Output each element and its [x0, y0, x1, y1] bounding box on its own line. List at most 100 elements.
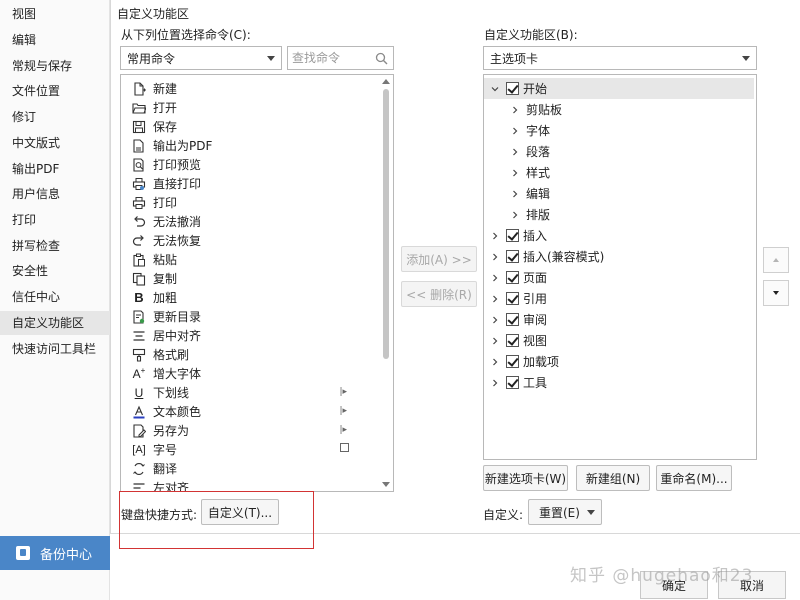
nav-item-spell-check[interactable]: 拼写检查 [0, 234, 110, 258]
nav-item-view[interactable]: 视图 [0, 2, 110, 26]
chevron-right-icon[interactable] [490, 357, 500, 367]
nav-item-output-pdf[interactable]: 输出PDF [0, 157, 110, 181]
checkbox-icon[interactable] [506, 229, 519, 242]
scroll-up-icon[interactable] [382, 79, 390, 84]
chevron-right-icon[interactable] [490, 252, 500, 262]
tree-item-paragraph[interactable]: 段落 [484, 141, 754, 162]
list-item-label: 粘贴 [153, 253, 178, 267]
checkbox-icon[interactable] [506, 82, 519, 95]
tree-item-page[interactable]: 页面 [484, 267, 754, 288]
tree-item-addins[interactable]: 加载项 [484, 351, 754, 372]
checkbox-icon[interactable] [506, 250, 519, 263]
tree-item-review[interactable]: 审阅 [484, 309, 754, 330]
list-item[interactable]: 打开 [121, 98, 367, 117]
list-item[interactable]: 打印预览 [121, 155, 367, 174]
list-item[interactable]: 另存为 |▸ [121, 421, 367, 440]
list-item[interactable]: 格式刷 [121, 345, 367, 364]
tree-item-clipboard[interactable]: 剪贴板 [484, 99, 754, 120]
command-source-select[interactable]: 常用命令 [120, 46, 282, 70]
new-doc-icon [131, 81, 147, 97]
chevron-right-icon[interactable] [510, 126, 520, 136]
checkbox-icon[interactable] [506, 334, 519, 347]
chevron-right-icon[interactable] [490, 231, 500, 241]
list-item[interactable]: 更新目录 [121, 307, 367, 326]
commands-list[interactable]: 新建 打开 保存 输出为PDF 打印预览 直接打印 打印 无法撤消 无法恢复 粘… [120, 74, 394, 492]
nav-item-user-info[interactable]: 用户信息 [0, 182, 110, 206]
command-search-box[interactable] [287, 46, 394, 70]
bold-icon: B [134, 290, 144, 305]
tree-item-styles[interactable]: 样式 [484, 162, 754, 183]
tree-item-references[interactable]: 引用 [484, 288, 754, 309]
checkbox-icon[interactable] [506, 313, 519, 326]
move-up-button[interactable] [763, 247, 789, 273]
command-search-input[interactable] [288, 47, 374, 69]
chevron-right-icon[interactable] [510, 210, 520, 220]
checkbox-icon[interactable] [506, 355, 519, 368]
chevron-right-icon[interactable] [510, 189, 520, 199]
move-down-button[interactable] [763, 280, 789, 306]
checkbox-icon[interactable] [506, 376, 519, 389]
list-item[interactable]: 保存 [121, 117, 367, 136]
chevron-down-icon[interactable] [490, 84, 500, 94]
tree-item-insert[interactable]: 插入 [484, 225, 754, 246]
list-item-label: 输出为PDF [153, 139, 213, 153]
chevron-right-icon[interactable] [510, 105, 520, 115]
list-item[interactable]: U 下划线 |▸ [121, 383, 367, 402]
ribbon-tabs-select[interactable]: 主选项卡 [483, 46, 757, 70]
chevron-right-icon[interactable] [510, 147, 520, 157]
list-item[interactable]: 打印 [121, 193, 367, 212]
add-command-button[interactable]: 添加(A) >> [401, 246, 477, 272]
tree-item-font[interactable]: 字体 [484, 120, 754, 141]
list-item[interactable]: 输出为PDF [121, 136, 367, 155]
chevron-right-icon[interactable] [490, 315, 500, 325]
rename-button[interactable]: 重命名(M)... [656, 465, 732, 491]
list-item[interactable]: 无法恢复 [121, 231, 367, 250]
tree-item-insert-compat[interactable]: 插入(兼容模式) [484, 246, 754, 267]
nav-item-general-save[interactable]: 常规与保存 [0, 54, 110, 78]
list-item[interactable]: [A] 字号 [121, 440, 367, 459]
commands-scrollbar[interactable] [381, 77, 391, 489]
nav-item-print[interactable]: 打印 [0, 208, 110, 232]
new-tab-button[interactable]: 新建选项卡(W) [483, 465, 568, 491]
list-item[interactable]: 左对齐 [121, 478, 367, 491]
ribbon-tabs-tree[interactable]: 开始 剪贴板 字体 段落 样式 编辑 排版 插入 插入(兼容模式) 页面 引用 … [483, 74, 757, 460]
remove-command-button[interactable]: << 删除(R) [401, 281, 477, 307]
list-item[interactable]: A+ 增大字体 [121, 364, 367, 383]
tree-item-tools[interactable]: 工具 [484, 372, 754, 393]
reset-dropdown-button[interactable]: 重置(E) [528, 499, 602, 525]
tree-item-editing[interactable]: 编辑 [484, 183, 754, 204]
list-item[interactable]: 新建 [121, 79, 367, 98]
nav-item-quick-access-toolbar[interactable]: 快速访问工具栏 [0, 337, 110, 361]
nav-item-security[interactable]: 安全性 [0, 259, 110, 283]
nav-item-edit[interactable]: 编辑 [0, 28, 110, 52]
list-item[interactable]: 文本颜色 |▸ [121, 402, 367, 421]
list-item[interactable]: 复制 [121, 269, 367, 288]
nav-item-revisions[interactable]: 修订 [0, 105, 110, 129]
new-group-button[interactable]: 新建组(N) [576, 465, 650, 491]
checkbox-icon[interactable] [506, 292, 519, 305]
scroll-down-icon[interactable] [382, 482, 390, 487]
tree-item-view[interactable]: 视图 [484, 330, 754, 351]
list-item[interactable]: 居中对齐 [121, 326, 367, 345]
list-item[interactable]: 直接打印 [121, 174, 367, 193]
tree-item-layout[interactable]: 排版 [484, 204, 754, 225]
chevron-down-icon [587, 510, 595, 515]
chevron-right-icon[interactable] [490, 273, 500, 283]
backup-center-button[interactable]: 备份中心 [0, 536, 110, 570]
list-item[interactable]: 粘贴 [121, 250, 367, 269]
tree-item-home[interactable]: 开始 [484, 78, 754, 99]
tree-item-label: 工具 [523, 376, 548, 390]
chevron-right-icon[interactable] [490, 294, 500, 304]
chevron-right-icon[interactable] [490, 378, 500, 388]
list-item[interactable]: 无法撤消 [121, 212, 367, 231]
chevron-right-icon[interactable] [490, 336, 500, 346]
nav-item-file-locations[interactable]: 文件位置 [0, 79, 110, 103]
nav-item-chinese-layout[interactable]: 中文版式 [0, 131, 110, 155]
scrollbar-thumb[interactable] [383, 89, 389, 359]
chevron-right-icon[interactable] [510, 168, 520, 178]
list-item[interactable]: 翻译 [121, 459, 367, 478]
nav-item-customize-ribbon[interactable]: 自定义功能区 [0, 311, 110, 335]
nav-item-trust-center[interactable]: 信任中心 [0, 285, 110, 309]
checkbox-icon[interactable] [506, 271, 519, 284]
list-item[interactable]: B 加粗 [121, 288, 367, 307]
